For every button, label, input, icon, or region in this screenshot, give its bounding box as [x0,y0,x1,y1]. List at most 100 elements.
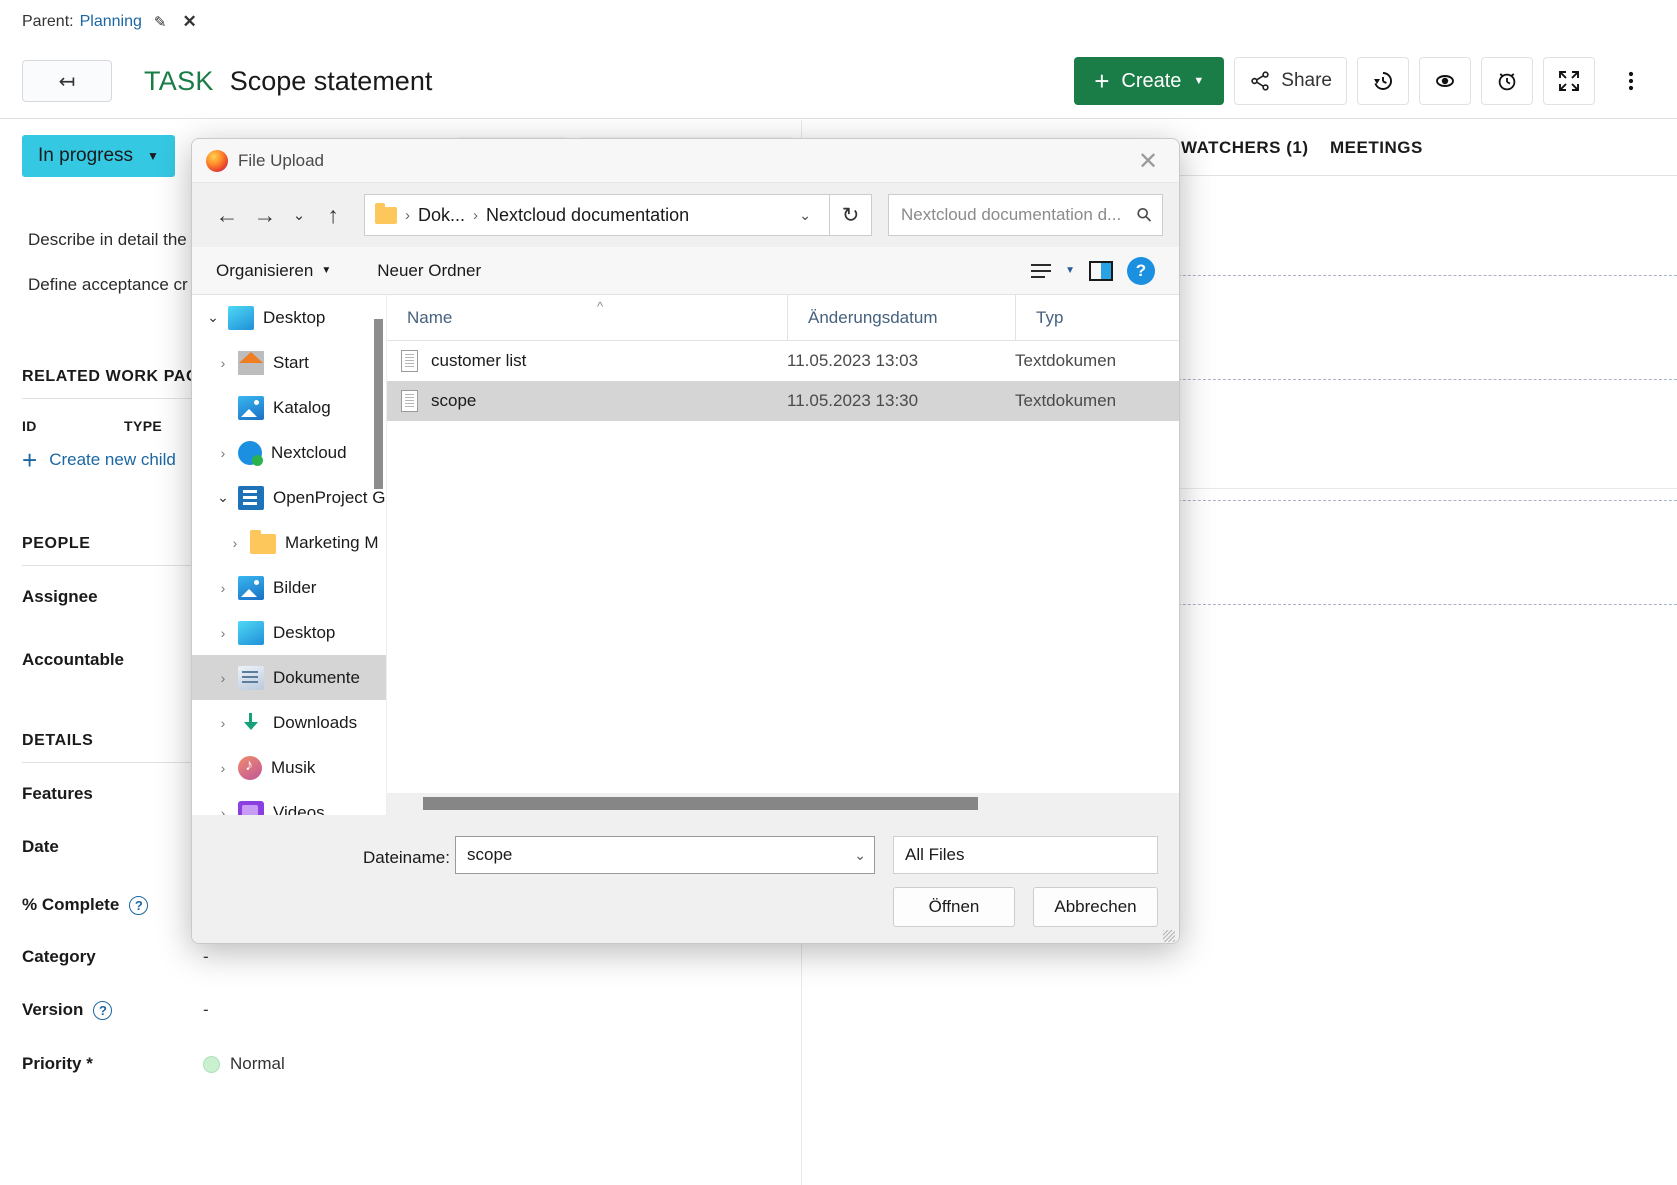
reminder-button[interactable] [1481,57,1533,105]
chevron-right-icon[interactable]: › [208,805,238,816]
tree-item-katalog[interactable]: Katalog [192,385,386,430]
attribute-label-version: Version ? [22,1000,112,1020]
breadcrumb-item-0[interactable]: Dok... [418,205,465,226]
status-button[interactable]: In progress ▼ [22,135,175,177]
tree-item-desktop[interactable]: ⌄ Desktop [192,295,386,340]
attribute-label-date: Date [22,837,59,857]
dialog-title: File Upload [238,151,324,171]
help-icon[interactable]: ? [93,1001,112,1020]
attribute-value-category[interactable]: - [203,947,209,967]
pencil-icon[interactable]: ✎ [154,13,167,31]
work-package-type: TASK [144,66,214,97]
plus-icon: + [22,447,37,473]
column-header-date[interactable]: Änderungsdatum [787,295,1015,340]
chevron-down-icon: ▼ [147,149,159,163]
tree-item-label: Musik [271,758,315,778]
filename-value: scope [467,845,512,865]
arrow-right-icon[interactable]: → [246,195,284,235]
chevron-down-icon[interactable]: ⌄ [208,489,238,506]
file-name: customer list [431,351,526,371]
file-row[interactable]: customer list 11.05.2023 13:03 Textdokum… [387,341,1179,381]
breadcrumb-bar[interactable]: › Dok... › Nextcloud documentation ⌄ [364,194,830,236]
chevron-right-icon[interactable]: › [208,760,238,776]
activity-button[interactable] [1357,57,1409,105]
file-row[interactable]: scope 11.05.2023 13:30 Textdokumen [387,381,1179,421]
chevron-right-icon[interactable]: › [220,535,250,551]
close-icon[interactable]: ✕ [1125,144,1171,178]
tree-item-start[interactable]: › Start [192,340,386,385]
tree-item-desktop-2[interactable]: › Desktop [192,610,386,655]
chevron-down-icon[interactable]: ⌄ [198,309,228,326]
tab-meetings[interactable]: MEETINGS [1330,138,1423,158]
file-type-filter-select[interactable]: All Files [893,836,1158,874]
horizontal-scrollbar[interactable] [387,793,1179,815]
refresh-icon[interactable]: ↻ [830,194,872,236]
tree-item-dokumente[interactable]: › Dokumente [192,655,386,700]
tree-item-openproject[interactable]: ⌄ OpenProject G [192,475,386,520]
chevron-down-icon[interactable]: ⌄ [789,207,821,224]
chevron-right-icon[interactable]: › [208,445,238,461]
company-icon [238,486,264,510]
column-header-type[interactable]: Typ [1015,295,1179,340]
create-button[interactable]: + Create ▼ [1074,57,1224,105]
tree-item-label: Bilder [273,578,316,598]
tree-item-label: OpenProject G [273,488,385,508]
dialog-title-bar[interactable]: File Upload ✕ [192,139,1179,183]
attribute-label-percent-complete: % Complete ? [22,895,148,915]
description-line-1: Describe in detail the [28,230,187,250]
scrollbar-thumb[interactable] [423,797,978,810]
help-icon[interactable]: ? [1127,257,1155,285]
chevron-right-icon[interactable]: › [208,715,238,731]
back-button[interactable]: ↤ [22,60,112,102]
chevron-right-icon[interactable]: › [208,625,238,641]
help-icon[interactable]: ? [129,896,148,915]
tab-watchers[interactable]: WATCHERS (1) [1181,138,1309,158]
music-icon [238,756,262,780]
breadcrumb-item-1[interactable]: Nextcloud documentation [486,205,689,226]
watch-button[interactable] [1419,57,1471,105]
preview-pane-icon[interactable] [1089,261,1113,281]
cancel-button[interactable]: Abbrechen [1033,887,1158,927]
filename-input[interactable]: scope ⌄ [455,836,875,874]
fullscreen-button[interactable] [1543,57,1595,105]
chevron-right-icon[interactable]: › [208,670,238,686]
alarm-clock-icon [1495,69,1519,93]
open-button[interactable]: Öffnen [893,887,1015,927]
attribute-value-priority[interactable]: Normal [203,1054,285,1074]
search-placeholder: Nextcloud documentation d... [901,205,1121,225]
tree-item-label: Desktop [263,308,325,328]
arrow-up-icon[interactable]: ↑ [314,195,352,235]
create-new-child-button[interactable]: + Create new child [22,447,176,473]
chevron-down-icon[interactable]: ⌄ [854,847,866,864]
close-icon[interactable]: ✕ [182,12,196,32]
chevron-down-icon[interactable]: ▼ [1065,265,1075,276]
more-button[interactable] [1605,57,1657,105]
chevron-right-icon[interactable]: › [208,355,238,371]
organize-menu[interactable]: Organisieren ▼ [216,261,331,281]
tree-scrollbar[interactable] [374,319,383,489]
search-input[interactable]: Nextcloud documentation d... ⚲ [888,194,1163,236]
parent-link[interactable]: Planning [80,13,142,31]
share-button[interactable]: Share [1234,57,1347,105]
arrow-left-icon[interactable]: ← [208,195,246,235]
new-folder-button[interactable]: Neuer Ordner [377,261,481,281]
attribute-text: % Complete [22,895,119,915]
column-header-name[interactable]: Name ^ [387,295,787,340]
attribute-value-version[interactable]: - [203,1000,209,1020]
tree-item-videos[interactable]: › Videos [192,790,386,815]
file-list: Name ^ Änderungsdatum Typ customer list … [387,295,1179,815]
column-header-id: ID [22,418,37,434]
desktop-icon [228,306,254,330]
list-view-icon[interactable] [1031,264,1051,278]
tree-item-marketing[interactable]: › Marketing M [192,520,386,565]
dialog-body: ⌄ Desktop › Start Katalog › Nextcloud ⌄ [192,295,1179,815]
recent-locations-chevron-down-icon[interactable]: ⌄ [284,195,314,235]
tree-item-downloads[interactable]: › Downloads [192,700,386,745]
tree-item-musik[interactable]: › Musik [192,745,386,790]
attribute-text: Version [22,1000,83,1020]
tree-item-bilder[interactable]: › Bilder [192,565,386,610]
resize-grip[interactable] [1163,930,1175,942]
tree-item-nextcloud[interactable]: › Nextcloud [192,430,386,475]
chevron-right-icon[interactable]: › [208,580,238,596]
sort-ascending-icon: ^ [597,299,603,314]
